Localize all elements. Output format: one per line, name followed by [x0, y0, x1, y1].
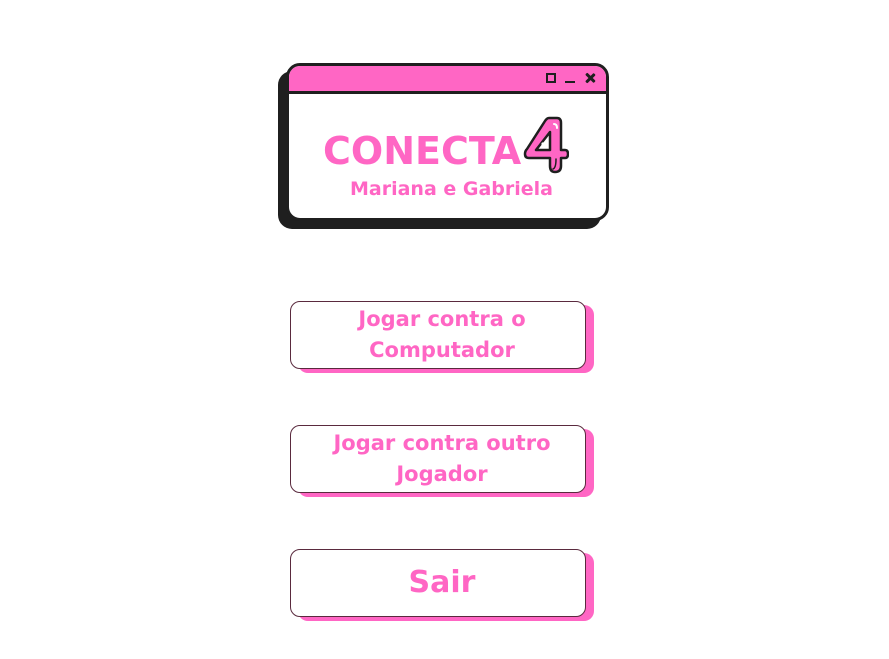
exit-button[interactable]: Sair: [290, 549, 586, 617]
maximize-icon[interactable]: [546, 73, 556, 83]
minimize-icon[interactable]: [564, 72, 576, 84]
game-logo: CONECTA 4: [323, 110, 570, 174]
title-bar: [289, 66, 606, 94]
play-vs-computer-label: Jogar contra o Computador: [358, 307, 526, 362]
logo-four-icon: 4: [523, 116, 570, 174]
play-vs-player-button[interactable]: Jogar contra outro Jogador: [290, 425, 586, 493]
play-vs-player-label: Jogar contra outro Jogador: [333, 431, 551, 486]
close-icon[interactable]: [584, 72, 596, 84]
exit-label: Sair: [408, 565, 476, 600]
window-controls: [546, 70, 596, 86]
logo-title-text: CONECTA: [323, 129, 522, 173]
title-card: CONECTA 4 Mariana e Gabriela: [286, 63, 609, 221]
play-vs-computer-button[interactable]: Jogar contra o Computador: [290, 301, 586, 369]
authors-subtitle: Mariana e Gabriela: [349, 178, 554, 200]
